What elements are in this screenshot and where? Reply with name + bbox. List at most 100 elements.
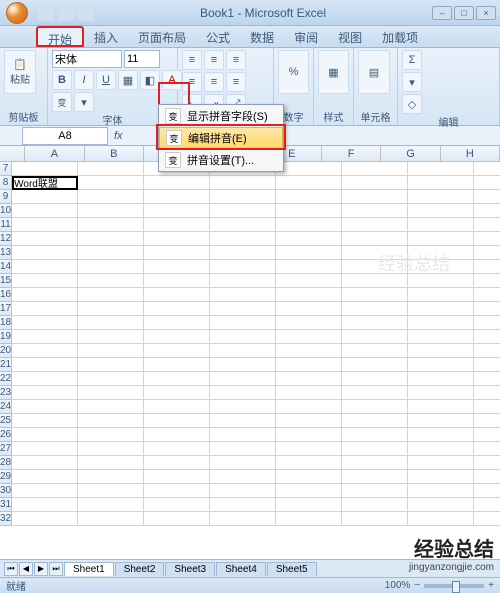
cell[interactable]	[342, 232, 408, 246]
cell[interactable]	[78, 260, 144, 274]
cell[interactable]	[210, 260, 276, 274]
cell[interactable]	[408, 232, 474, 246]
cell[interactable]	[408, 218, 474, 232]
cell[interactable]	[408, 274, 474, 288]
cell[interactable]	[144, 470, 210, 484]
row-header[interactable]: 29	[0, 470, 12, 484]
cell[interactable]	[78, 358, 144, 372]
cell[interactable]	[408, 302, 474, 316]
cell[interactable]	[474, 484, 500, 498]
cell[interactable]	[78, 288, 144, 302]
row-header[interactable]: 20	[0, 344, 12, 358]
cell[interactable]	[210, 204, 276, 218]
cell[interactable]	[210, 246, 276, 260]
align-left-icon[interactable]: ≡	[182, 72, 202, 92]
cell[interactable]	[342, 302, 408, 316]
office-button[interactable]	[0, 0, 34, 26]
tab-view[interactable]: 视图	[328, 26, 372, 47]
cell[interactable]	[342, 204, 408, 218]
cell[interactable]	[342, 414, 408, 428]
cell[interactable]	[276, 260, 342, 274]
cell[interactable]	[342, 274, 408, 288]
cell[interactable]	[276, 162, 342, 176]
cell[interactable]	[342, 484, 408, 498]
cell[interactable]	[276, 302, 342, 316]
cell[interactable]	[342, 428, 408, 442]
cell[interactable]	[276, 386, 342, 400]
cell[interactable]	[474, 512, 500, 526]
cell[interactable]	[474, 190, 500, 204]
cell[interactable]	[276, 512, 342, 526]
cell[interactable]	[78, 232, 144, 246]
cell[interactable]	[144, 498, 210, 512]
cell[interactable]	[342, 316, 408, 330]
tab-data[interactable]: 数据	[240, 26, 284, 47]
zoom-out-button[interactable]: −	[414, 580, 420, 591]
sheet-tab-2[interactable]: Sheet2	[115, 562, 165, 576]
cell[interactable]	[12, 498, 78, 512]
cell[interactable]	[12, 512, 78, 526]
cell[interactable]	[78, 512, 144, 526]
cell[interactable]	[474, 232, 500, 246]
menu-edit-pinyin[interactable]: 变 编辑拼音(E)	[159, 127, 283, 149]
cell[interactable]	[408, 246, 474, 260]
cell[interactable]	[276, 358, 342, 372]
cell[interactable]	[408, 176, 474, 190]
font-name-select[interactable]	[52, 50, 122, 68]
align-middle-icon[interactable]: ≡	[204, 50, 224, 70]
tab-page-layout[interactable]: 页面布局	[128, 26, 196, 47]
row-header[interactable]: 21	[0, 358, 12, 372]
cell[interactable]	[342, 330, 408, 344]
number-format-button[interactable]: %	[278, 50, 309, 94]
cell[interactable]	[474, 162, 500, 176]
cell[interactable]	[78, 456, 144, 470]
cell[interactable]	[408, 316, 474, 330]
row-header[interactable]: 16	[0, 288, 12, 302]
cell[interactable]	[12, 260, 78, 274]
cell[interactable]	[276, 190, 342, 204]
cell[interactable]	[78, 470, 144, 484]
row-header[interactable]: 24	[0, 400, 12, 414]
cell[interactable]	[144, 456, 210, 470]
cell[interactable]	[408, 330, 474, 344]
cell[interactable]	[144, 442, 210, 456]
cell[interactable]	[12, 204, 78, 218]
qat-save-icon[interactable]	[38, 5, 54, 21]
cell[interactable]	[276, 218, 342, 232]
row-header[interactable]: 13	[0, 246, 12, 260]
cell[interactable]	[474, 176, 500, 190]
sheet-tab-3[interactable]: Sheet3	[165, 562, 215, 576]
cell[interactable]	[276, 498, 342, 512]
cell[interactable]	[408, 162, 474, 176]
sheet-tab-1[interactable]: Sheet1	[64, 562, 114, 576]
cell[interactable]	[144, 176, 210, 190]
cell[interactable]	[276, 316, 342, 330]
fill-button[interactable]: ▾	[402, 72, 422, 92]
cell[interactable]	[144, 484, 210, 498]
fill-color-button[interactable]: ◧	[140, 70, 160, 90]
name-box[interactable]: A8	[22, 127, 108, 145]
menu-pinyin-settings[interactable]: 变 拼音设置(T)...	[159, 149, 283, 171]
cell[interactable]	[12, 302, 78, 316]
cell[interactable]	[342, 386, 408, 400]
cell[interactable]	[408, 260, 474, 274]
align-top-icon[interactable]: ≡	[182, 50, 202, 70]
align-center-icon[interactable]: ≡	[204, 72, 224, 92]
cell[interactable]	[342, 288, 408, 302]
cell[interactable]	[12, 428, 78, 442]
cell[interactable]	[78, 498, 144, 512]
sheet-nav-next[interactable]: ▶	[34, 562, 48, 576]
cell[interactable]	[12, 218, 78, 232]
cell[interactable]	[474, 358, 500, 372]
menu-show-pinyin-field[interactable]: 变 显示拼音字段(S)	[159, 105, 283, 127]
cell[interactable]	[474, 470, 500, 484]
pinyin-dropdown[interactable]: ▾	[74, 92, 94, 112]
cell[interactable]	[144, 260, 210, 274]
cell[interactable]	[144, 288, 210, 302]
pinyin-button[interactable]: 变	[52, 92, 72, 112]
cell[interactable]	[78, 302, 144, 316]
cell[interactable]	[474, 204, 500, 218]
cell[interactable]	[210, 190, 276, 204]
cell[interactable]	[12, 316, 78, 330]
cell[interactable]	[342, 456, 408, 470]
